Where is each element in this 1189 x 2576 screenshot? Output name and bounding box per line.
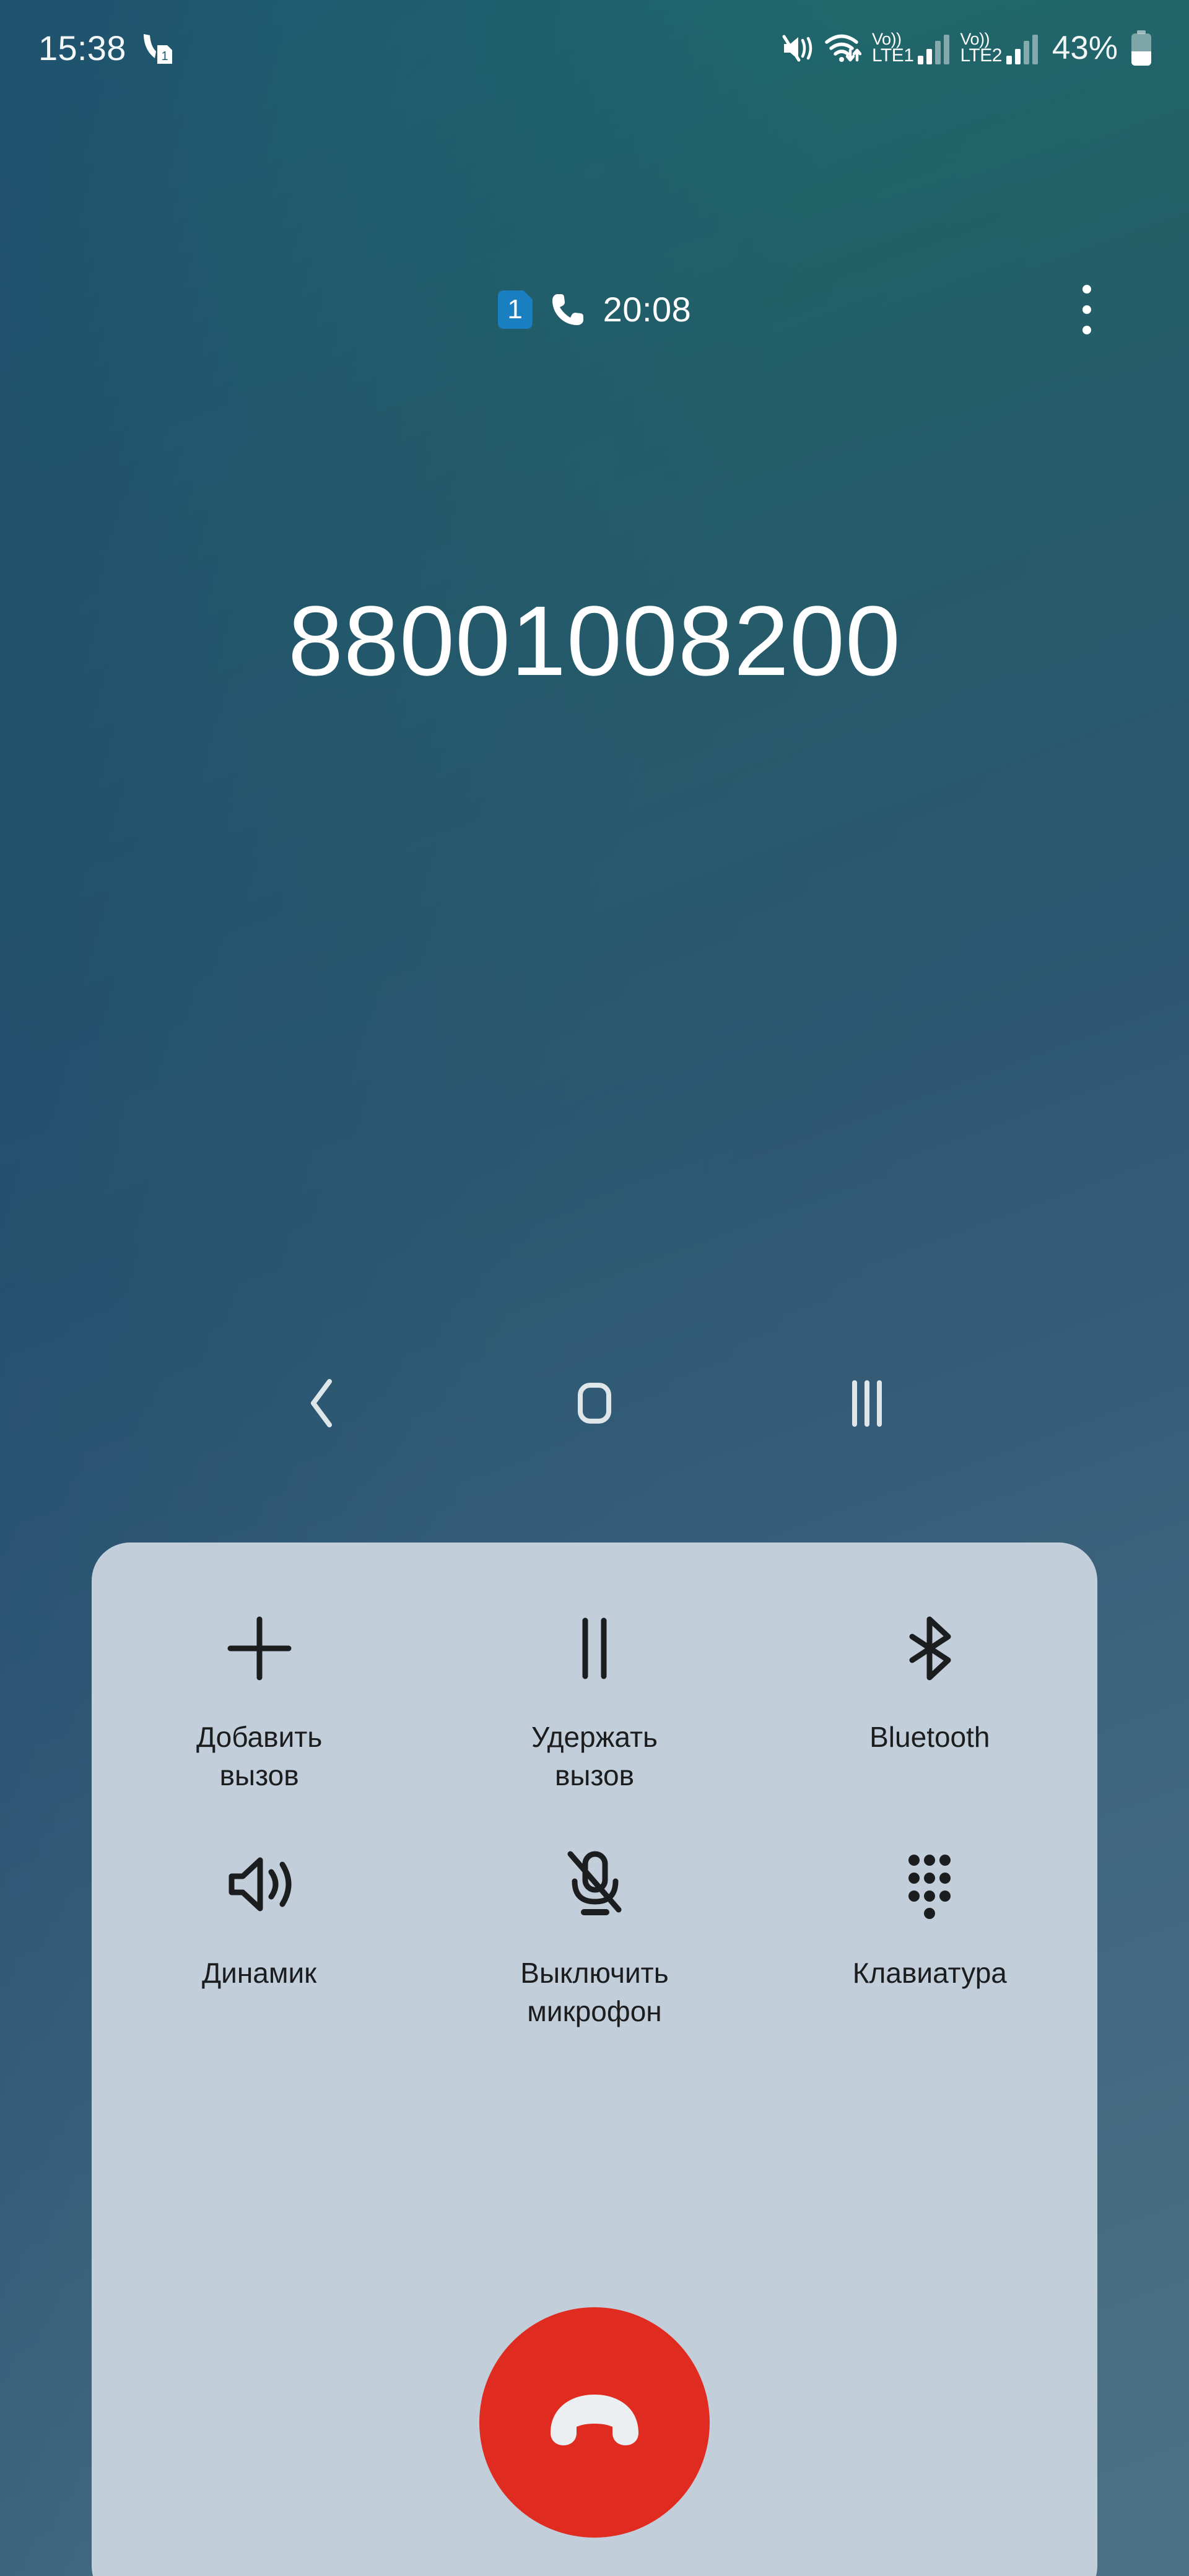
battery-percent-text: 43%: [1052, 30, 1118, 66]
phone-handset-icon: [549, 290, 587, 329]
status-bar: 15:38 1 Vo)) LTE1 Vo)) LTE2 43%: [0, 0, 1189, 96]
call-controls-panel: Добавить вызов Удержать вызов Bluetooth …: [92, 1543, 1097, 2576]
add-call-label: Добавить вызов: [196, 1721, 323, 1791]
navigation-bar: [0, 1341, 1189, 1465]
call-header-center: 1 20:08: [0, 272, 1189, 347]
keypad-label: Клавиатура: [852, 1957, 1007, 1990]
recents-bars-icon[interactable]: [821, 1357, 913, 1450]
add-call-button[interactable]: Добавить вызов: [92, 1602, 427, 1795]
sim-badge: 1: [497, 290, 533, 329]
back-chevron-icon[interactable]: [276, 1357, 368, 1450]
pause-icon: [554, 1602, 635, 1695]
call-duration: 20:08: [603, 290, 692, 329]
status-clock: 15:38: [38, 28, 126, 67]
wifi-data-transfer-icon: [824, 32, 861, 65]
call-header: 1 20:08: [0, 272, 1189, 347]
end-call-icon: [537, 2365, 652, 2480]
phone-number: 88001008200: [288, 585, 901, 696]
hold-call-label: Удержать вызов: [531, 1721, 658, 1791]
bluetooth-button[interactable]: Bluetooth: [762, 1602, 1097, 1795]
end-call-button[interactable]: [479, 2307, 710, 2538]
speaker-button[interactable]: Динамик: [92, 1838, 427, 2030]
phone-sim1-icon: 1: [140, 32, 175, 65]
plus-icon: [219, 1602, 300, 1695]
svg-text:1: 1: [161, 50, 168, 63]
hold-call-button[interactable]: Удержать вызов: [427, 1602, 762, 1795]
microphone-off-icon: [554, 1838, 635, 1931]
call-controls-grid: Добавить вызов Удержать вызов Bluetooth …: [92, 1602, 1097, 2031]
status-bar-left: 15:38 1: [38, 28, 175, 67]
mute-microphone-button[interactable]: Выключить микрофон: [427, 1838, 762, 2030]
signal-bars-2: [1006, 34, 1038, 64]
lte-text-2: LTE2: [960, 45, 1002, 66]
network-indicator-lte1: Vo)) LTE1: [871, 31, 950, 66]
volte-label-1: Vo)) LTE1: [871, 31, 914, 66]
speaker-icon: [219, 1838, 300, 1931]
mute-microphone-label: Выключить микрофон: [520, 1957, 669, 2027]
sound-mute-vibrate-icon: [780, 32, 814, 65]
bluetooth-label: Bluetooth: [869, 1721, 990, 1753]
call-screen: 15:38 1 Vo)) LTE1 Vo)) LTE2 43% 1 20:08 …: [0, 0, 1189, 2576]
signal-bars-1: [918, 34, 950, 64]
battery-icon: [1128, 29, 1154, 67]
status-bar-right: Vo)) LTE1 Vo)) LTE2 43%: [780, 29, 1154, 67]
end-call-area: [92, 2307, 1097, 2538]
network-indicator-lte2: Vo)) LTE2: [960, 31, 1038, 66]
more-vertical-icon[interactable]: [1059, 281, 1115, 338]
keypad-button[interactable]: Клавиатура: [762, 1838, 1097, 2030]
dialpad-icon: [889, 1838, 970, 1931]
volte-label-2: Vo)) LTE2: [960, 31, 1002, 66]
lte-text-1: LTE1: [871, 45, 914, 66]
speaker-label: Динамик: [202, 1957, 317, 1990]
home-square-icon[interactable]: [548, 1357, 641, 1450]
bluetooth-icon: [889, 1602, 970, 1695]
